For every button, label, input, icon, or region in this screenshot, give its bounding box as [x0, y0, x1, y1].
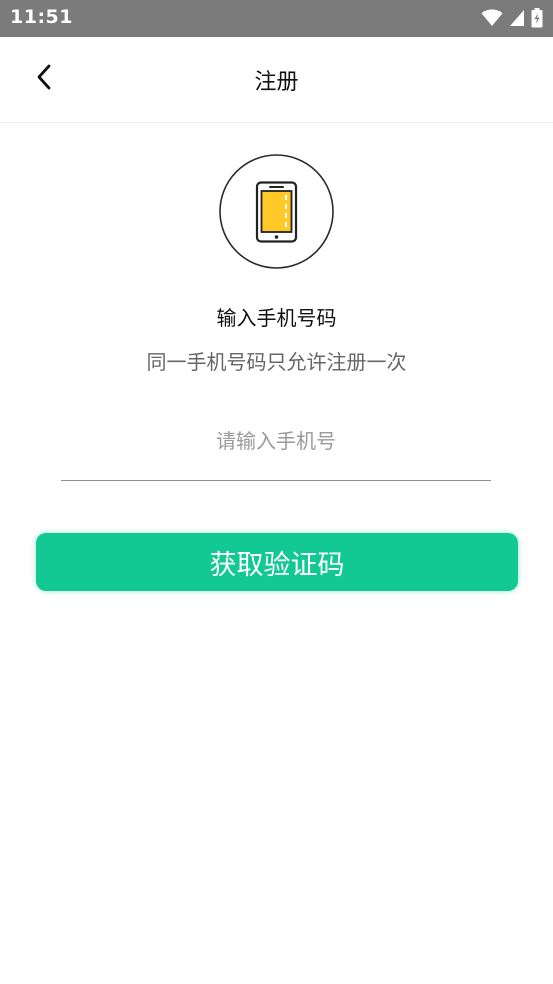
status-time: 11:51: [10, 6, 73, 28]
get-code-button[interactable]: 获取验证码: [36, 533, 518, 591]
signal-icon: [509, 9, 525, 27]
battery-icon: [531, 8, 543, 28]
wifi-icon: [481, 9, 503, 27]
status-bar: 11:51: [0, 0, 553, 37]
phone-icon: [219, 154, 334, 269]
phone-field: [61, 418, 491, 481]
register-screen: 11:51 注册 输入手机号码 同一手机号码只允许注册一次 请输入手机号 获取验…: [0, 0, 553, 984]
hero-heading: 输入手机号码: [216, 308, 337, 330]
phone-input[interactable]: [61, 418, 491, 466]
hero-subtitle: 同一手机号码只允许注册一次: [146, 352, 407, 374]
page-title: 注册: [254, 69, 299, 94]
app-header: 注册: [0, 37, 553, 123]
status-icons: [481, 7, 543, 29]
